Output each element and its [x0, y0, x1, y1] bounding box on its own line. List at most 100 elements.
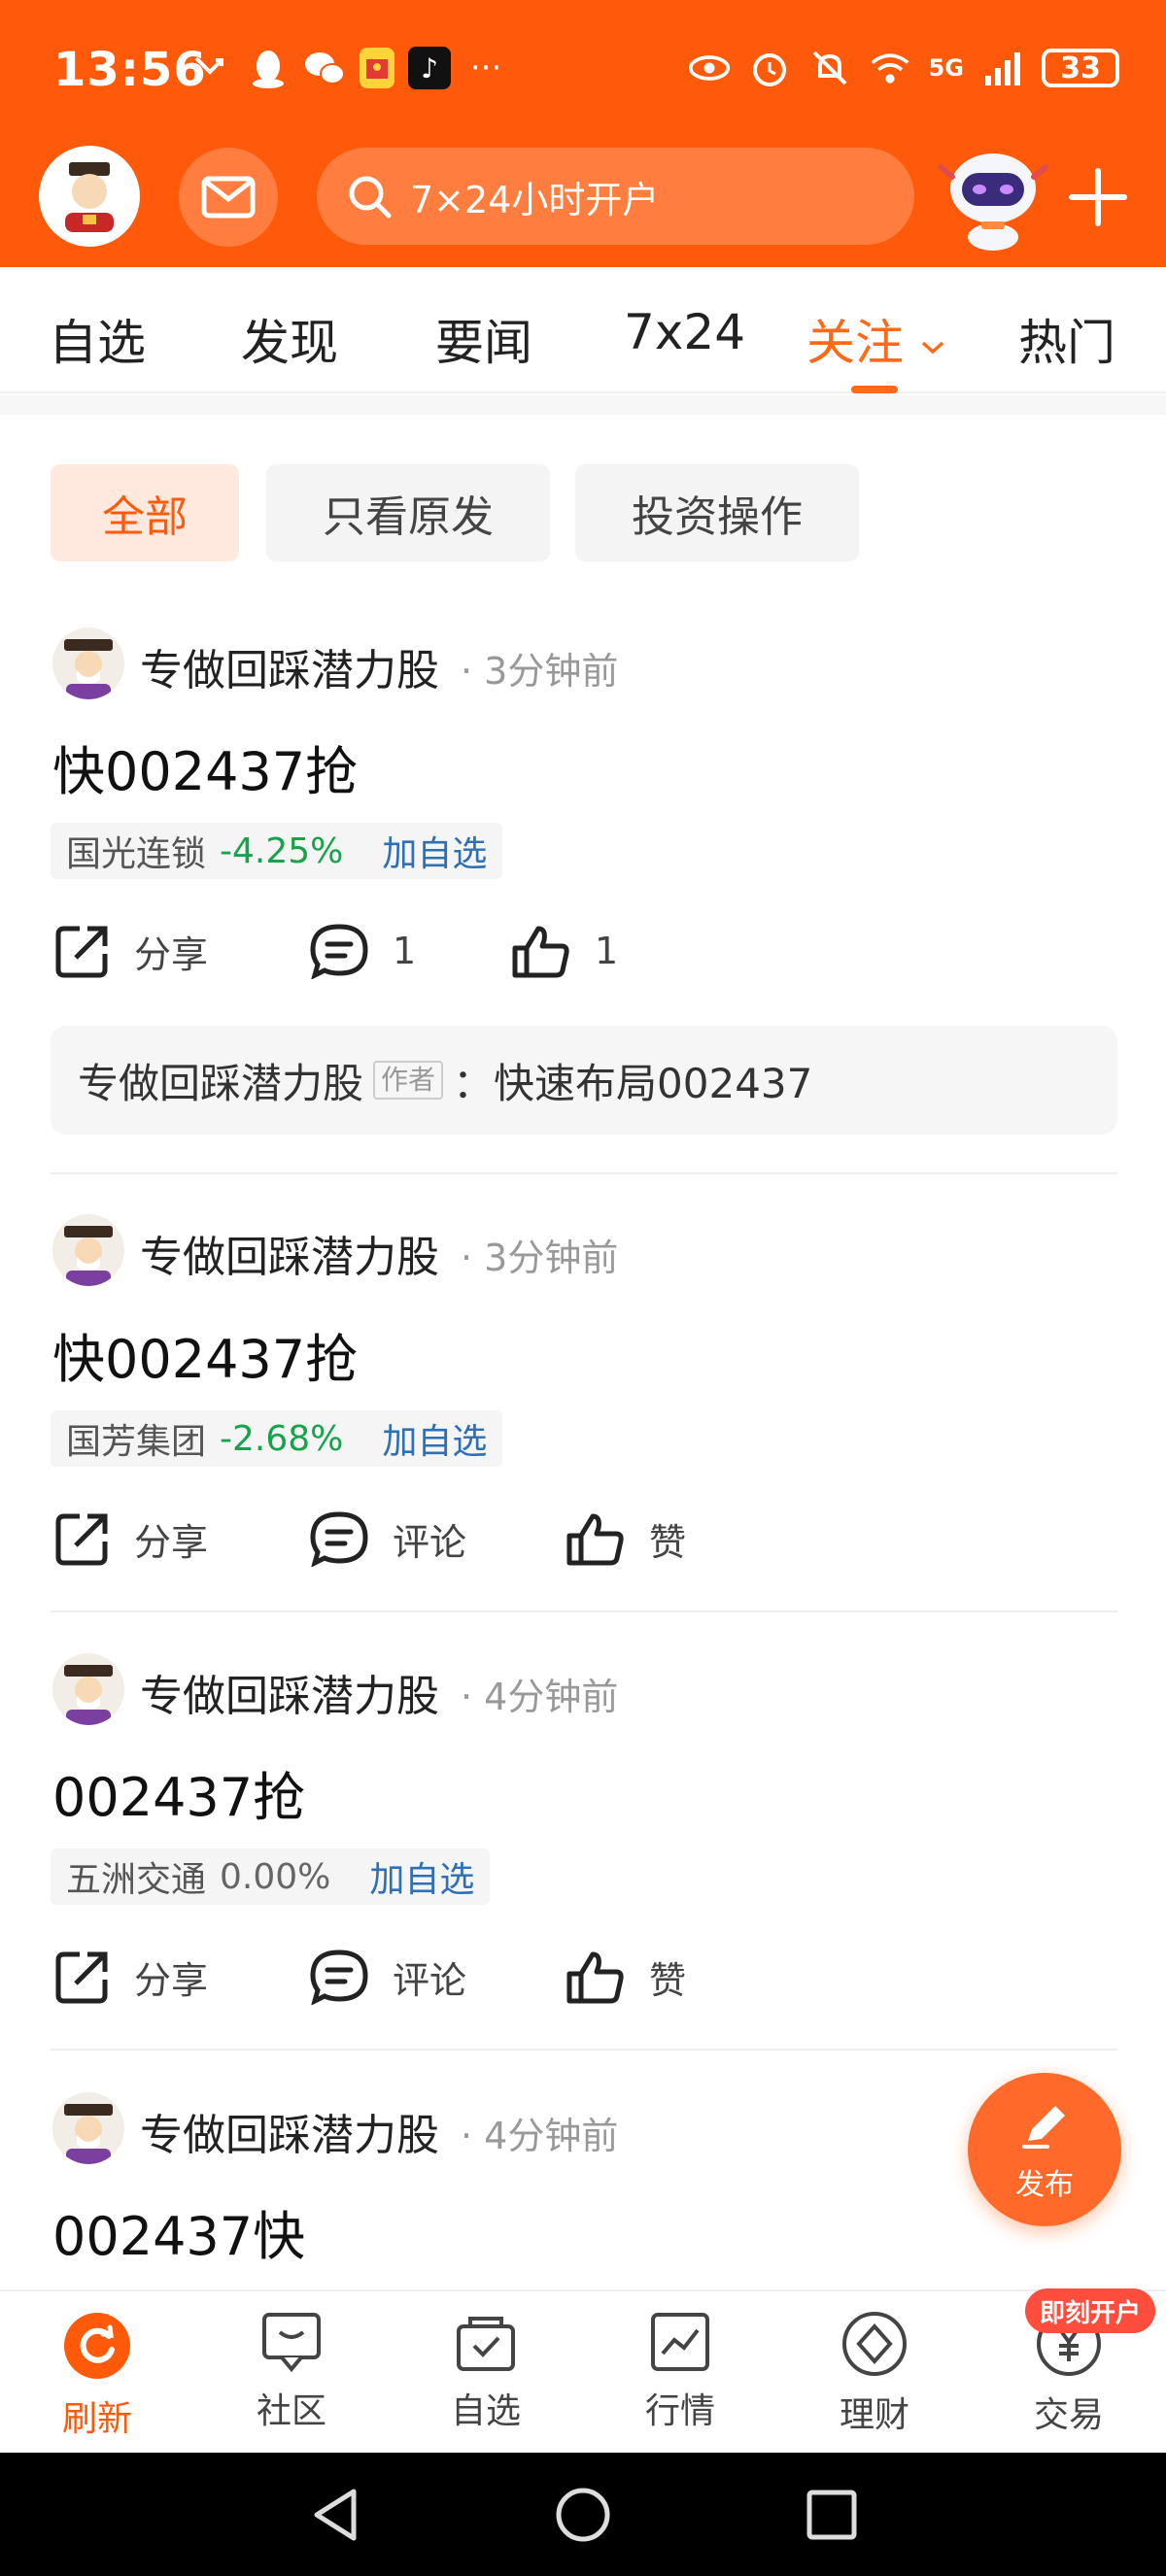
tab-discover[interactable]: 发现	[241, 304, 338, 374]
app-header: 13:56 ♪ ··· 5G 33 7×24小时开户	[0, 0, 1166, 267]
robot-assistant-icon[interactable]	[935, 138, 1051, 254]
add-watchlist-link[interactable]: 加自选	[369, 1851, 474, 1902]
home-icon[interactable]	[554, 2486, 612, 2544]
thumbs-up-icon	[566, 1513, 624, 1566]
comment-button[interactable]: 1	[309, 923, 416, 979]
wifi-icon	[869, 47, 911, 89]
post-content[interactable]: 002437快	[52, 2193, 305, 2270]
nav-trade-label: 交易	[1033, 2395, 1104, 2435]
post-time: · 3分钟前	[461, 650, 619, 693]
filter-investment-ops[interactable]: 投资操作	[575, 464, 859, 561]
comment-preview[interactable]: 专做回踩潜力股 作者 ：快速布局002437	[51, 1026, 1117, 1135]
tab-following[interactable]: 关注	[806, 304, 946, 374]
post-content[interactable]: 002437抢	[52, 1754, 305, 1831]
comment-author[interactable]: 专做回踩潜力股	[78, 1051, 363, 1110]
back-icon[interactable]	[309, 2486, 363, 2544]
filter-all[interactable]: 全部	[51, 464, 239, 561]
eye-icon	[688, 47, 731, 89]
add-watchlist-link[interactable]: 加自选	[382, 826, 487, 876]
post-divider	[51, 2049, 1117, 2051]
author-avatar[interactable]	[52, 1214, 124, 1286]
comment-icon	[310, 924, 368, 979]
user-avatar[interactable]	[39, 146, 140, 247]
post-divider	[51, 1610, 1117, 1612]
like-button[interactable]: 赞	[566, 1510, 686, 1567]
author-avatar[interactable]	[52, 1653, 124, 1725]
share-label: 分享	[134, 1958, 209, 2002]
nav-market-label: 行情	[644, 2391, 715, 2431]
top-bar: 7×24小时开户	[0, 146, 1166, 267]
author-name[interactable]: 专做回踩潜力股	[140, 635, 439, 697]
filter-original-only[interactable]: 只看原发	[266, 464, 550, 561]
add-watchlist-link[interactable]: 加自选	[382, 1413, 487, 1464]
like-button[interactable]: 1	[511, 923, 618, 979]
category-tabs: 自选 发现 要闻 7x24 关注 热门	[0, 267, 1166, 393]
search-icon	[349, 176, 392, 219]
comment-button[interactable]: 评论	[309, 1510, 466, 1567]
section-divider	[0, 395, 1166, 415]
plus-icon	[1069, 168, 1127, 226]
author-name[interactable]: 专做回踩潜力股	[140, 2100, 439, 2162]
nav-wealth[interactable]: 理财	[806, 2311, 943, 2437]
thumbs-up-icon	[566, 1951, 624, 2004]
tab-7x24[interactable]: 7x24	[624, 304, 745, 360]
share-label: 分享	[134, 1520, 209, 1564]
system-status-icons: 5G 33	[688, 47, 1119, 89]
author-name[interactable]: 专做回踩潜力股	[140, 1661, 439, 1723]
like-label: 赞	[649, 1958, 687, 2002]
add-button[interactable]	[1064, 163, 1132, 231]
publish-button[interactable]: 发布	[968, 2073, 1121, 2226]
share-button[interactable]: 分享	[54, 923, 208, 979]
pencil-icon	[1022, 2106, 1065, 2149]
comment-button[interactable]: 评论	[309, 1949, 466, 2005]
nav-market[interactable]: 行情	[612, 2311, 748, 2433]
comment-icon	[310, 1511, 368, 1567]
like-label: 赞	[649, 1520, 687, 1564]
message-button[interactable]	[179, 148, 278, 247]
author-avatar[interactable]	[52, 2092, 124, 2164]
like-button[interactable]: 赞	[566, 1949, 686, 2005]
share-label: 分享	[134, 932, 209, 976]
watchlist-bag-icon	[457, 2317, 515, 2371]
author-avatar[interactable]	[52, 627, 124, 699]
wechat-icon	[303, 47, 346, 89]
search-bar[interactable]: 7×24小时开户	[317, 148, 914, 245]
post-divider	[51, 1172, 1117, 1174]
network-type: 5G	[928, 54, 964, 82]
stock-tag[interactable]: 国芳集团 -2.68% 加自选	[51, 1410, 503, 1467]
stock-name: 国芳集团	[66, 1422, 207, 1462]
nav-community[interactable]: 社区	[223, 2311, 360, 2433]
more-notifications-icon: ···	[469, 49, 502, 87]
tab-news[interactable]: 要闻	[435, 304, 532, 374]
post-content[interactable]: 快002437抢	[52, 729, 358, 805]
tab-hot[interactable]: 热门	[1018, 304, 1115, 374]
bottom-nav: 刷新 社区 自选 行情 理财 交易	[0, 2289, 1166, 2453]
refresh-icon	[64, 2313, 130, 2379]
status-bar: 13:56 ♪ ··· 5G 33	[0, 0, 1166, 146]
share-button[interactable]: 分享	[54, 1949, 208, 2005]
stock-tag[interactable]: 国光连锁 -4.25% 加自选	[51, 823, 503, 879]
red-packet-icon	[360, 48, 394, 88]
chevron-down-icon	[921, 341, 944, 354]
post-time: · 4分钟前	[461, 1676, 619, 1718]
thumbs-up-icon	[512, 926, 569, 978]
nav-community-label: 社区	[256, 2391, 326, 2431]
stock-tag[interactable]: 五洲交通 0.00% 加自选	[51, 1848, 491, 1905]
nav-refresh-label: 刷新	[61, 2399, 132, 2439]
mute-bell-icon	[808, 47, 851, 89]
stock-name: 国光连锁	[66, 834, 207, 874]
open-account-badge[interactable]: 即刻开户	[1025, 2288, 1155, 2333]
nav-watchlist[interactable]: 自选	[418, 2311, 554, 2433]
post-content[interactable]: 快002437抢	[52, 1316, 358, 1393]
comment-count: 1	[393, 930, 417, 972]
share-icon	[55, 926, 108, 978]
recents-icon[interactable]	[805, 2488, 859, 2542]
tab-watchlist[interactable]: 自选	[49, 304, 146, 374]
share-button[interactable]: 分享	[54, 1510, 208, 1567]
active-tab-indicator	[851, 386, 898, 393]
nav-refresh[interactable]: 刷新	[29, 2311, 165, 2441]
author-name[interactable]: 专做回踩潜力股	[140, 1222, 439, 1284]
share-icon	[55, 1951, 108, 2004]
stock-change: -4.25%	[220, 830, 344, 871]
qq-icon	[247, 47, 290, 89]
